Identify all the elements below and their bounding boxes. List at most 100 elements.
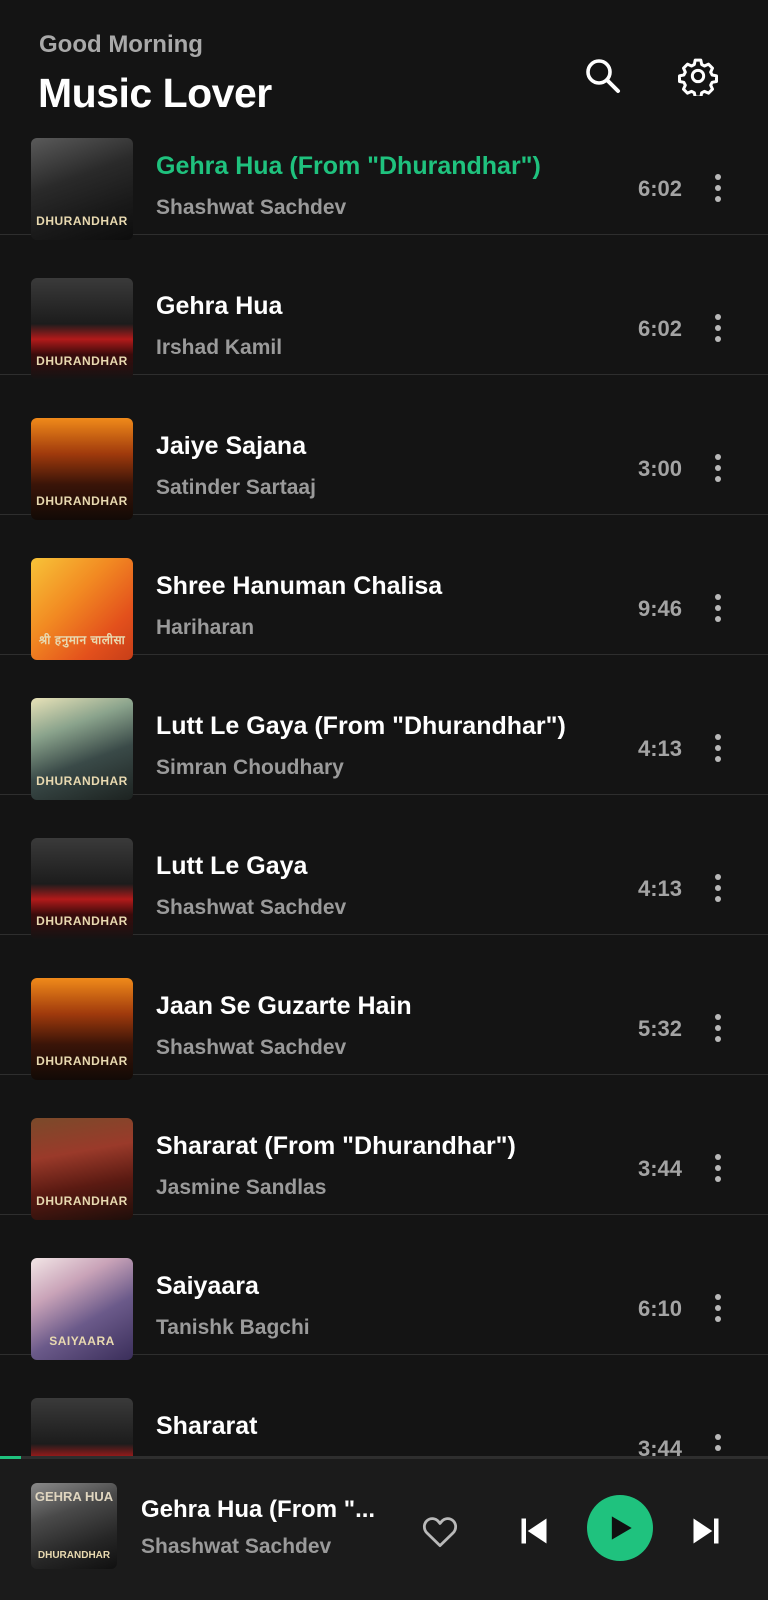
song-duration: 6:02 <box>637 316 682 341</box>
header: Good Morning Music Lover <box>0 0 768 135</box>
gear-icon <box>678 58 718 96</box>
more-options-button[interactable] <box>702 308 734 348</box>
song-duration: 3:44 <box>637 1436 682 1456</box>
song-title: Gehra Hua (From "Dhurandhar") <box>156 152 541 180</box>
album-cover-caption: DHURANDHAR <box>36 1054 128 1068</box>
album-cover: DHURANDHAR <box>31 1118 133 1220</box>
album-cover: श्री हनुमान चालीसा <box>31 558 133 660</box>
song-duration: 9:46 <box>637 596 682 621</box>
song-artist: Simran Choudhary <box>156 756 344 779</box>
song-title: Jaan Se Guzarte Hain <box>156 992 412 1020</box>
song-title: Lutt Le Gaya (From "Dhurandhar") <box>156 712 566 740</box>
album-cover-caption: DHURANDHAR <box>36 354 128 368</box>
song-artist: Irshad Kamil <box>156 336 283 359</box>
song-duration: 3:00 <box>637 456 682 481</box>
music-app: DHURANDHAR Gehra Hua (From "Dhurandhar") S… <box>0 0 768 1600</box>
album-cover: DHURANDHAR <box>31 418 133 520</box>
more-options-button[interactable] <box>702 1008 734 1048</box>
song-row[interactable]: DHURANDHAR Jaan Se Guzarte Hain Shashwat S… <box>0 932 768 1080</box>
more-vert-icon <box>715 594 721 600</box>
settings-button[interactable] <box>674 52 722 100</box>
song-row[interactable]: DHURANDHAR Lutt Le Gaya (From "Dhurandhar… <box>0 652 768 800</box>
more-vert-icon <box>715 874 721 880</box>
more-options-button[interactable] <box>702 168 734 208</box>
album-cover-caption: DHURANDHAR <box>36 494 128 508</box>
play-button[interactable] <box>587 1495 653 1561</box>
song-duration: 4:13 <box>637 876 682 901</box>
song-duration: 3:44 <box>637 1156 682 1181</box>
album-cover: DHURANDHAR <box>31 698 133 800</box>
song-duration: 6:02 <box>637 176 682 201</box>
song-title: Jaiye Sajana <box>156 432 307 460</box>
song-row[interactable]: SAIYAARA Saiyaara Tanishk Bagchi 6:10 <box>0 1212 768 1360</box>
song-title: Lutt Le Gaya <box>156 852 308 880</box>
more-options-button[interactable] <box>702 1428 734 1456</box>
album-cover: DHURANDHAR <box>31 978 133 1080</box>
song-row[interactable]: DHURANDHAR Jaiye Sajana Satinder Sartaaj 3:… <box>0 372 768 520</box>
song-artist: Jasmine Sandlas <box>156 1176 327 1199</box>
song-row[interactable]: DHURANDHAR Gehra Hua Irshad Kamil 6:02 <box>0 232 768 380</box>
album-cover: SAIYAARA <box>31 1258 133 1360</box>
song-title: Shararat <box>156 1412 258 1440</box>
song-title: Shararat (From "Dhurandhar") <box>156 1132 516 1160</box>
album-cover-caption: DHURANDHAR <box>36 774 128 788</box>
search-button[interactable] <box>579 52 627 100</box>
now-playing-cover: GEHRA HUA DHURANDHAR <box>31 1483 117 1569</box>
album-cover-caption: DHURANDHAR <box>36 914 128 928</box>
now-playing-artist: Shashwat Sachdev <box>141 1535 332 1558</box>
more-vert-icon <box>715 1154 721 1160</box>
album-cover: DHURANDHAR <box>31 278 133 380</box>
skip-next-icon <box>693 1518 719 1544</box>
more-options-button[interactable] <box>702 448 734 488</box>
more-vert-icon <box>715 454 721 460</box>
previous-button[interactable] <box>514 1509 554 1553</box>
more-vert-icon <box>715 1014 721 1020</box>
song-row[interactable]: DHURANDHAR Lutt Le Gaya Shashwat Sachdev 4:… <box>0 792 768 940</box>
now-playing-title: Gehra Hua (From "... <box>141 1496 376 1523</box>
more-vert-icon <box>715 1294 721 1300</box>
more-options-button[interactable] <box>702 588 734 628</box>
more-options-button[interactable] <box>702 868 734 908</box>
song-row[interactable]: Shararat 3:44 <box>0 1352 768 1456</box>
album-cover <box>31 1398 133 1456</box>
song-artist: Satinder Sartaaj <box>156 476 316 499</box>
song-artist: Hariharan <box>156 616 255 639</box>
skip-previous-icon <box>521 1518 547 1544</box>
more-vert-icon <box>715 1434 721 1440</box>
song-duration: 5:32 <box>637 1016 682 1041</box>
more-vert-icon <box>715 174 721 180</box>
song-artist: Tanishk Bagchi <box>156 1316 310 1339</box>
favorite-button[interactable] <box>418 1509 462 1553</box>
album-cover-caption: DHURANDHAR <box>36 214 128 228</box>
album-cover: DHURANDHAR <box>31 138 133 240</box>
song-duration: 6:10 <box>637 1296 682 1321</box>
more-options-button[interactable] <box>702 1288 734 1328</box>
next-button[interactable] <box>686 1509 726 1553</box>
more-vert-icon <box>715 734 721 740</box>
heart-icon <box>422 1517 458 1548</box>
more-options-button[interactable] <box>702 1148 734 1188</box>
song-title: Saiyaara <box>156 1272 259 1300</box>
album-cover: DHURANDHAR <box>31 838 133 940</box>
more-vert-icon <box>715 314 721 320</box>
now-playing-cover-caption: DHURANDHAR <box>37 1550 111 1561</box>
greeting-text: Good Morning <box>39 31 203 58</box>
song-row[interactable]: DHURANDHAR Shararat (From "Dhurandhar") Ja… <box>0 1072 768 1220</box>
song-title: Shree Hanuman Chalisa <box>156 572 443 600</box>
album-cover-caption: SAIYAARA <box>49 1334 115 1348</box>
more-options-button[interactable] <box>702 728 734 768</box>
mini-player[interactable]: GEHRA HUA DHURANDHAR Gehra Hua (From "..… <box>0 1459 768 1600</box>
song-artist: Shashwat Sachdev <box>156 896 347 919</box>
page-title: Music Lover <box>38 70 272 116</box>
play-icon <box>611 1516 632 1540</box>
song-duration: 4:13 <box>637 736 682 761</box>
song-artist: Shashwat Sachdev <box>156 1036 347 1059</box>
song-artist: Shashwat Sachdev <box>156 196 347 219</box>
song-row[interactable]: श्री हनुमान चालीसा Shree Hanuman Chalisa H… <box>0 512 768 660</box>
song-title: Gehra Hua <box>156 292 283 320</box>
song-list[interactable]: DHURANDHAR Gehra Hua (From "Dhurandhar") S… <box>0 94 768 1456</box>
now-playing-cover-title: GEHRA HUA <box>34 1489 114 1504</box>
album-cover-caption: DHURANDHAR <box>36 1194 128 1208</box>
album-cover-caption: श्री हनुमान चालीसा <box>38 633 126 647</box>
search-icon <box>586 59 620 93</box>
